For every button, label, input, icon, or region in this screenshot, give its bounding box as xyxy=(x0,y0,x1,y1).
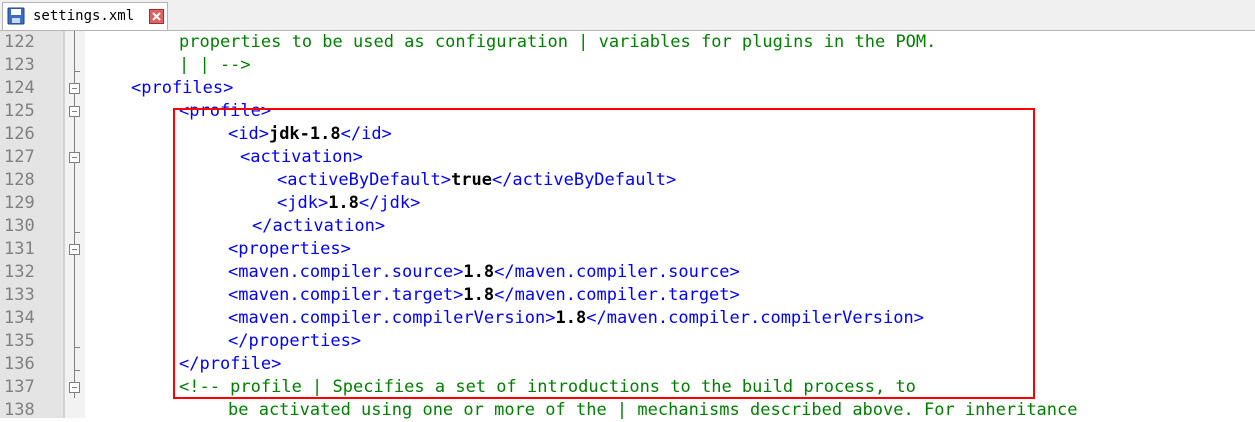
tab-title: settings.xml xyxy=(33,8,135,24)
xml-tag: <jdk> xyxy=(277,193,329,213)
xml-tag: </profile> xyxy=(179,354,282,374)
line-number: 125 xyxy=(4,101,35,121)
xml-tag: <properties> xyxy=(228,239,351,259)
code-text: <maven.compiler.compilerVersion>1.8</mav… xyxy=(228,308,924,328)
xml-tag: <maven.compiler.source> xyxy=(228,262,464,282)
xml-tag: </activation> xyxy=(252,216,386,236)
line-number: 131 xyxy=(4,239,35,259)
code-text: <profiles> xyxy=(131,78,233,98)
code-line[interactable]: 131 <properties> xyxy=(0,238,1255,261)
code-line[interactable]: 137 <!-- profile | Specifies a set of int… xyxy=(0,376,1255,399)
code-line[interactable]: 122 properties to be used as configuratio… xyxy=(0,31,1255,54)
line-number: 123 xyxy=(4,55,35,75)
code-text: <activation> xyxy=(240,147,363,167)
code-text: </properties> xyxy=(228,331,361,351)
code-line[interactable]: 130 </activation> xyxy=(0,215,1255,238)
line-number: 133 xyxy=(4,285,35,305)
code-line[interactable]: 135 </properties> xyxy=(0,330,1255,353)
code-text: </profile> xyxy=(179,354,281,374)
xml-tag: </maven.compiler.target> xyxy=(494,285,740,305)
xml-comment: properties to be used as configuration |… xyxy=(179,32,937,52)
code-text: <maven.compiler.target>1.8</maven.compil… xyxy=(228,285,740,305)
code-line[interactable]: 126 <id>jdk-1.8</id> xyxy=(0,123,1255,146)
xml-tag: <activation> xyxy=(240,147,363,167)
code-text: </activation> xyxy=(252,216,385,236)
floppy-disk-icon xyxy=(7,7,25,25)
xml-value: 1.8 xyxy=(463,262,495,282)
code-text: properties to be used as configuration |… xyxy=(179,32,936,52)
line-number: 127 xyxy=(4,147,35,167)
xml-tag: </id> xyxy=(340,124,392,144)
xml-tag: </properties> xyxy=(228,331,362,351)
code-line[interactable]: 138 be activated using one or more of the… xyxy=(0,399,1255,422)
code-line[interactable]: 123 | | --> xyxy=(0,54,1255,77)
xml-tag: <id> xyxy=(228,124,269,144)
code-line[interactable]: 129 <jdk>1.8</jdk> xyxy=(0,192,1255,215)
xml-comment: | | --> xyxy=(179,55,251,75)
line-number: 122 xyxy=(4,32,35,52)
code-line[interactable]: 124 <profiles> xyxy=(0,77,1255,100)
xml-tag: </jdk> xyxy=(358,193,421,213)
code-text: <!-- profile | Specifies a set of introd… xyxy=(179,377,916,397)
code-text: <jdk>1.8</jdk> xyxy=(277,193,420,213)
close-icon[interactable] xyxy=(149,9,164,24)
line-number: 130 xyxy=(4,216,35,236)
code-line[interactable]: 125 <profile> xyxy=(0,100,1255,123)
code-text: be activated using one or more of the | … xyxy=(228,400,1078,420)
code-line[interactable]: 128 <activeByDefault>true</activeByDefaul… xyxy=(0,169,1255,192)
line-number: 137 xyxy=(4,377,35,397)
code-line[interactable]: 127 <activation> xyxy=(0,146,1255,169)
code-text: <maven.compiler.source>1.8</maven.compil… xyxy=(228,262,740,282)
xml-tag: <maven.compiler.compilerVersion> xyxy=(228,308,556,328)
xml-value: 1.8 xyxy=(555,308,587,328)
xml-value: jdk-1.8 xyxy=(268,124,341,144)
xml-tag: <profiles> xyxy=(131,78,234,98)
line-number: 135 xyxy=(4,331,35,351)
line-number: 136 xyxy=(4,354,35,374)
code-line[interactable]: 136 </profile> xyxy=(0,353,1255,376)
code-text: <profile> xyxy=(179,101,271,121)
code-text: <activeByDefault>true</activeByDefault> xyxy=(277,170,676,190)
xml-tag: <profile> xyxy=(179,101,272,121)
xml-value: 1.8 xyxy=(463,285,495,305)
tab-bar: settings.xml xyxy=(0,0,1255,31)
xml-tag: <maven.compiler.target> xyxy=(228,285,464,305)
xml-value: 1.8 xyxy=(328,193,359,213)
line-number: 132 xyxy=(4,262,35,282)
xml-tag: </maven.compiler.compilerVersion> xyxy=(586,308,924,328)
code-line[interactable]: 133 <maven.compiler.target>1.8</maven.com… xyxy=(0,284,1255,307)
line-number: 128 xyxy=(4,170,35,190)
line-number: 129 xyxy=(4,193,35,213)
code-text: <id>jdk-1.8</id> xyxy=(228,124,392,144)
code-line[interactable]: 132 <maven.compiler.source>1.8</maven.com… xyxy=(0,261,1255,284)
line-number: 126 xyxy=(4,124,35,144)
code-text: <properties> xyxy=(228,239,351,259)
line-number: 124 xyxy=(4,78,35,98)
xml-tag: </maven.compiler.source> xyxy=(494,262,740,282)
line-number: 138 xyxy=(4,400,35,420)
line-number: 134 xyxy=(4,308,35,328)
xml-value: true xyxy=(451,170,492,190)
xml-comment: <!-- profile | Specifies a set of introd… xyxy=(179,377,916,397)
xml-tag: <activeByDefault> xyxy=(277,170,451,190)
tab-settings-xml[interactable]: settings.xml xyxy=(2,2,168,30)
code-text: | | --> xyxy=(179,55,251,75)
xml-tag: </activeByDefault> xyxy=(491,170,677,190)
code-line[interactable]: 134 <maven.compiler.compilerVersion>1.8</… xyxy=(0,307,1255,330)
xml-comment: be activated using one or more of the | … xyxy=(228,400,1078,420)
code-editor[interactable]: 122 properties to be used as configuratio… xyxy=(0,31,1255,420)
